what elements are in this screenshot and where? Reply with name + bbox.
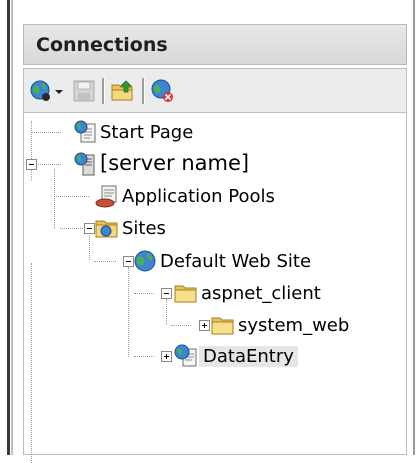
globe-icon [134, 250, 156, 272]
tree-connector [31, 263, 32, 463]
tree-item-label: Start Page [100, 122, 194, 143]
save-icon[interactable] [72, 79, 96, 103]
folder-icon [211, 317, 234, 335]
tree-connector [89, 235, 90, 260]
connections-header: Connections [23, 24, 407, 65]
tree-item-label: Default Web Site [160, 251, 312, 272]
sites-folder-icon [95, 220, 118, 238]
tree-connector [31, 132, 61, 133]
start-page-icon [74, 120, 96, 143]
tree-item-label: [server name] [100, 151, 250, 175]
connect-globe-icon[interactable] [28, 79, 54, 103]
web-application-icon [174, 344, 197, 367]
disconnect-icon[interactable] [150, 79, 176, 103]
connections-toolbar [23, 68, 407, 113]
connections-tree: Start Page [server name] Application Poo… [23, 113, 407, 463]
tree-connector [166, 299, 167, 325]
tree-connector [94, 261, 116, 262]
aspnet-client-collapse-toggle[interactable] [161, 288, 172, 299]
tree-connector [134, 293, 154, 294]
tree-connector [128, 267, 129, 357]
tree-item-label: Application Pools [122, 186, 275, 207]
application-pools-icon [95, 185, 117, 208]
tree-connector [36, 164, 61, 165]
connections-panel: Connections Start Page [server name] App… [13, 0, 415, 463]
dropdown-arrow-icon[interactable] [54, 79, 64, 103]
tree-connector [134, 356, 154, 357]
tree-item-label: system_web [238, 315, 350, 336]
connections-title: Connections [36, 34, 168, 56]
toolbar-separator [102, 78, 105, 104]
server-collapse-toggle[interactable] [26, 159, 37, 170]
dataentry-expand-toggle[interactable] [161, 351, 172, 362]
window-left-border [0, 0, 13, 455]
server-icon [74, 152, 95, 176]
tree-connector [54, 196, 89, 197]
toolbar-separator [142, 78, 145, 104]
system-web-expand-toggle[interactable] [199, 320, 210, 331]
tree-connector [31, 121, 32, 181]
folder-icon [174, 285, 197, 303]
tree-item-label: DataEntry [199, 346, 298, 367]
up-folder-icon[interactable] [110, 79, 136, 103]
tree-connector [54, 169, 55, 229]
tree-item-label: aspnet_client [201, 283, 321, 304]
tree-connector [171, 325, 191, 326]
tree-item-label: Sites [122, 218, 166, 239]
